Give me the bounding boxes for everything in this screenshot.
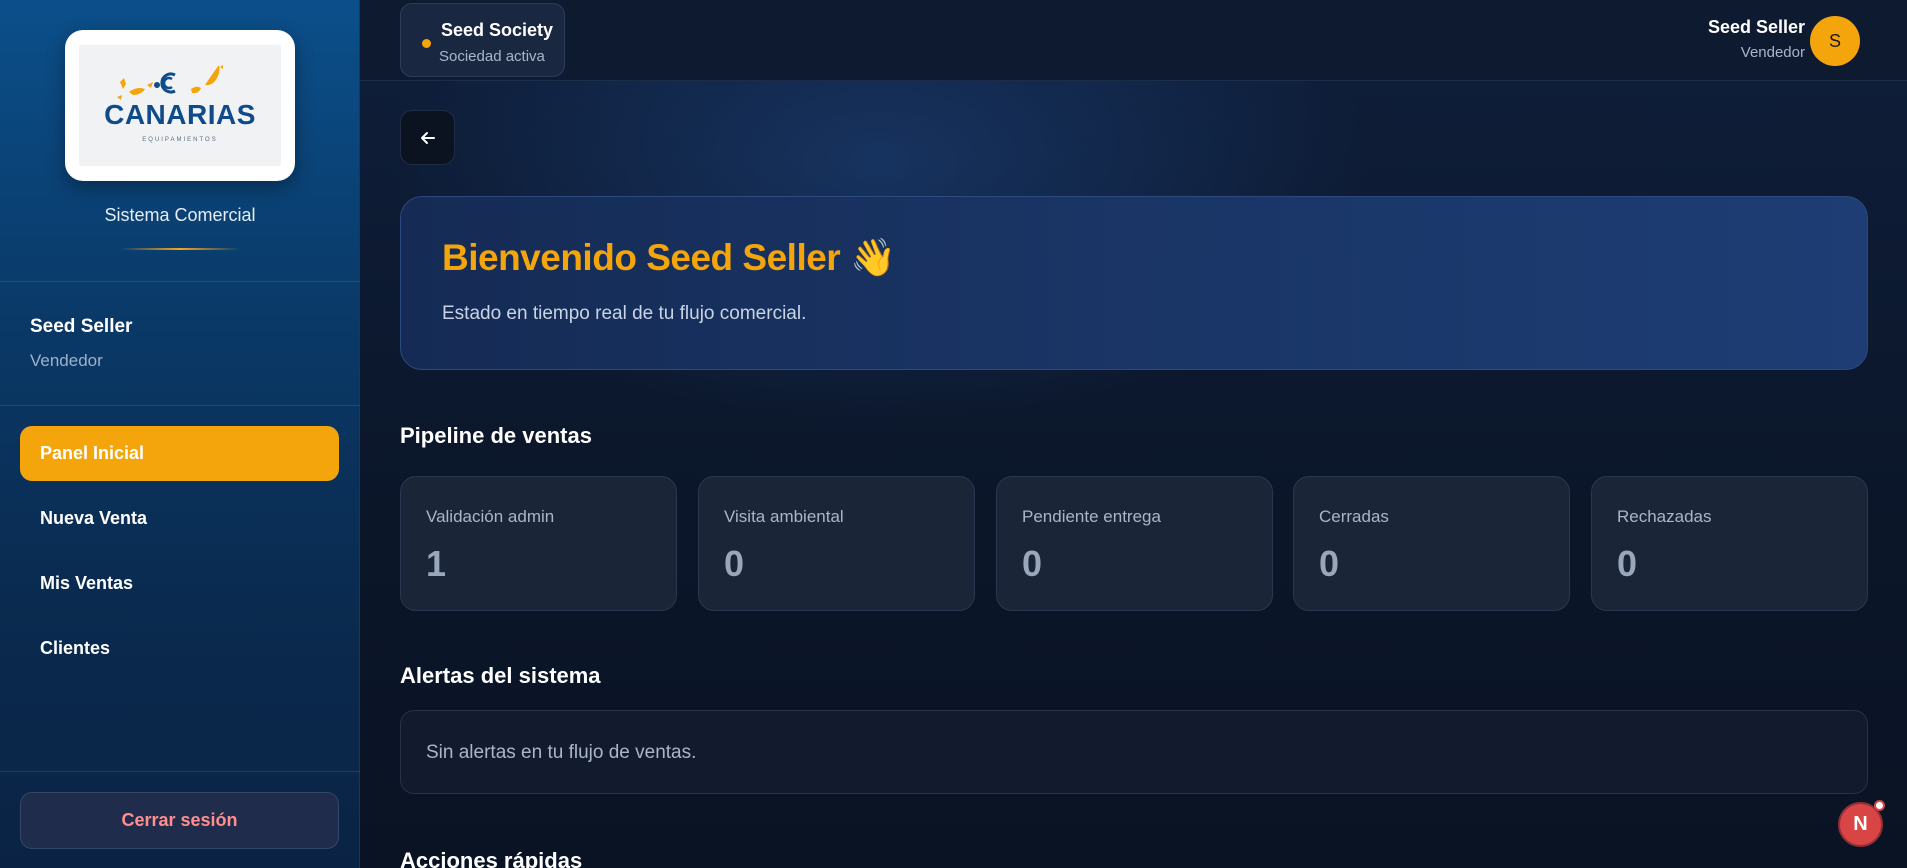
pipeline-card-value: 0 [1617,543,1638,584]
welcome-banner: Bienvenido Seed Seller 👋 Estado en tiemp… [400,196,1868,370]
pipeline-title: Pipeline de ventas [400,423,592,448]
sidebar-item-mis-ventas[interactable]: Mis Ventas [20,556,339,611]
sidebar-user-name: Seed Seller [30,316,133,337]
alerts-title: Alertas del sistema [400,663,601,688]
society-status: Sociedad activa [439,48,545,65]
sidebar-user-role: Vendedor [30,351,103,370]
back-button[interactable] [400,110,455,165]
sidebar-divider [0,281,360,282]
sidebar-item-nueva-venta[interactable]: Nueva Venta [20,491,339,546]
main-content: Bienvenido Seed Seller 👋 Estado en tiemp… [360,81,1907,868]
welcome-title: Bienvenido Seed Seller 👋 [442,237,896,278]
quick-actions-title: Acciones rápidas [400,848,583,868]
pipeline-card-value: 0 [1022,543,1043,584]
pipeline-card-validacion-admin[interactable]: Validación admin 1 [400,476,677,611]
alerts-empty-text: Sin alertas en tu flujo de ventas. [426,742,697,763]
alerts-panel: Sin alertas en tu flujo de ventas. [400,710,1868,794]
pipeline-card-rechazadas[interactable]: Rechazadas 0 [1591,476,1868,611]
topbar-user-role: Vendedor [1740,44,1805,61]
sidebar-divider [0,771,360,772]
logout-button[interactable]: Cerrar sesión [20,792,339,849]
pipeline-card-label: Visita ambiental [724,507,844,526]
system-name: Sistema Comercial [104,205,256,225]
status-dot-icon [422,39,431,48]
sidebar-divider [0,405,360,406]
sidebar-item-label: Panel Inicial [40,443,145,463]
canarias-logo-graphic: CANARIAS EQUIPAMIENTOS [104,65,256,143]
sidebar-item-panel-inicial[interactable]: Panel Inicial [20,426,339,481]
pipeline-card-value: 1 [426,543,447,584]
topbar: Seed Society Sociedad activa Seed Seller… [360,0,1907,81]
pipeline-card-cerradas[interactable]: Cerradas 0 [1293,476,1570,611]
topbar-user-info: Seed Seller Vendedor [1708,17,1805,61]
pipeline-card-label: Validación admin [426,507,555,526]
pipeline-card-label: Pendiente entrega [1022,507,1161,526]
logo-subtext: EQUIPAMIENTOS [142,137,217,143]
pipeline-card-value: 0 [724,543,745,584]
pipeline-card-pendiente-entrega[interactable]: Pendiente entrega 0 [996,476,1273,611]
accent-divider [120,248,240,250]
sidebar-item-label: Nueva Venta [40,508,148,528]
company-logo: CANARIAS EQUIPAMIENTOS [79,45,281,166]
society-name: Seed Society [441,20,554,40]
pipeline-card-value: 0 [1319,543,1340,584]
pipeline-card-label: Rechazadas [1617,507,1712,526]
topbar-user-name: Seed Seller [1707,17,1805,37]
arrow-left-icon [420,131,435,144]
notification-dot-icon [1874,800,1885,811]
pipeline-card-label: Cerradas [1319,507,1389,526]
logo-wordmark: CANARIAS [104,99,256,130]
sidebar-item-label: Clientes [40,638,111,658]
pipeline-card-visita-ambiental[interactable]: Visita ambiental 0 [698,476,975,611]
sidebar: CANARIAS EQUIPAMIENTOS Sistema Comercial… [0,0,360,868]
sidebar-item-label: Mis Ventas [40,573,134,593]
logo-card: CANARIAS EQUIPAMIENTOS [65,30,295,181]
avatar[interactable]: S [1810,16,1860,66]
society-selector[interactable]: Seed Society Sociedad activa [400,3,565,77]
sidebar-item-clientes[interactable]: Clientes [20,621,339,676]
welcome-subtitle: Estado en tiempo real de tu flujo comerc… [442,303,807,324]
